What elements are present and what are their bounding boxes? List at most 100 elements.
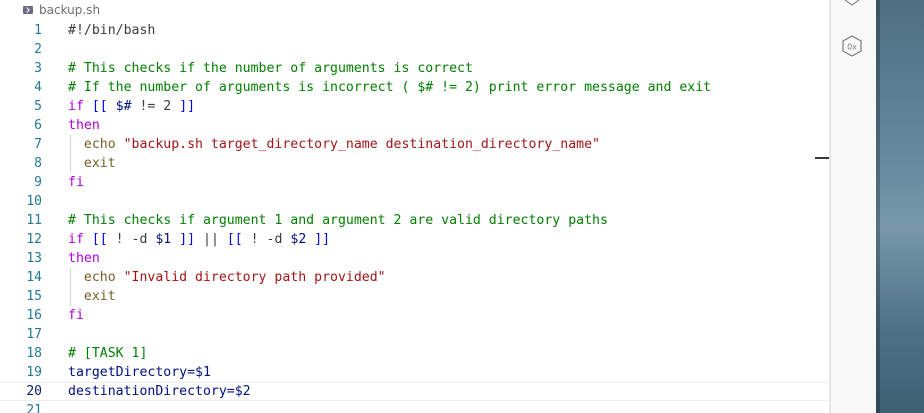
- line-number: 8: [34, 156, 42, 171]
- code-token: $2: [234, 384, 251, 399]
- line-number: 13: [26, 251, 42, 266]
- line-number: 17: [26, 327, 42, 342]
- line-number: 15: [26, 289, 42, 304]
- side-panel: 0x: [830, 0, 877, 413]
- code-token: exit: [68, 156, 116, 171]
- desktop-background: [876, 0, 924, 413]
- code-line[interactable]: 16 fi: [0, 306, 829, 325]
- code-token: $1: [195, 365, 211, 380]
- line-number: 16: [26, 308, 42, 323]
- code-line[interactable]: 8 exit: [0, 154, 829, 173]
- line-number: 11: [26, 213, 42, 228]
- code-line[interactable]: 11 # This checks if argument 1 and argume…: [0, 211, 829, 230]
- code-token: # If the number of arguments is incorrec…: [68, 80, 712, 95]
- panel-top-icon: [844, 0, 860, 6]
- code-token: ]]: [306, 232, 331, 247]
- code-token: echo: [68, 270, 124, 285]
- code-token: $2: [290, 232, 307, 247]
- code-line[interactable]: 4 # If the number of arguments is incorre…: [0, 78, 829, 97]
- code-token: ! -d: [115, 232, 156, 247]
- line-number: 9: [34, 175, 42, 190]
- code-line[interactable]: 5 if [[ $# != 2 ]]: [0, 97, 829, 116]
- code-line[interactable]: 10: [0, 192, 829, 211]
- code-text[interactable]: fi: [68, 173, 84, 192]
- code-line[interactable]: 20 destinationDirectory=$2: [0, 382, 829, 401]
- code-token: ]]: [171, 232, 204, 247]
- code-token: if: [68, 232, 84, 247]
- code-token: "Invalid directory path provided": [123, 270, 386, 285]
- code-token: $#: [115, 99, 132, 114]
- code-line[interactable]: 3 # This checks if the number of argument…: [0, 59, 829, 78]
- code-token: if: [68, 99, 84, 114]
- code-text[interactable]: # This checks if the number of arguments…: [68, 59, 473, 78]
- code-token: targetDirectory=: [68, 365, 196, 380]
- code-token: # This checks if the number of arguments…: [68, 61, 473, 76]
- code-line[interactable]: 21: [0, 401, 829, 413]
- code-token: exit: [68, 289, 116, 304]
- code-lines[interactable]: 1 #!/bin/bash 2 3 # This checks if the numbe…: [0, 21, 829, 413]
- terminal-file-icon: [23, 6, 33, 14]
- code-text[interactable]: echo "backup.sh target_directory_name de…: [68, 135, 600, 154]
- code-line[interactable]: 12 if [[ ! -d $1 ]] || [[ ! -d $2 ]]: [0, 230, 829, 249]
- code-text[interactable]: if [[ $# != 2 ]]: [68, 97, 195, 116]
- code-text[interactable]: # [TASK 1]: [68, 344, 147, 363]
- line-number: 6: [34, 118, 42, 133]
- code-token: then: [68, 251, 100, 266]
- line-number: 12: [26, 232, 42, 247]
- code-token: # This checks if argument 1 and argument…: [68, 213, 608, 228]
- hex-0x-icon[interactable]: 0x: [841, 35, 863, 57]
- code-text[interactable]: #!/bin/bash: [68, 21, 155, 40]
- code-token: then: [68, 118, 100, 133]
- code-line[interactable]: 7 echo "backup.sh target_directory_name …: [0, 135, 829, 154]
- code-line[interactable]: 18 # [TASK 1]: [0, 344, 829, 363]
- code-editor[interactable]: backup.sh 1 #!/bin/bash 2 3 # This checks if…: [0, 0, 829, 413]
- code-token: fi: [68, 308, 84, 323]
- code-token: #!/bin/bash: [68, 23, 156, 38]
- code-text[interactable]: echo "Invalid directory path provided": [68, 268, 386, 287]
- line-number: 14: [26, 270, 42, 285]
- code-text[interactable]: # This checks if argument 1 and argument…: [68, 211, 608, 230]
- code-text[interactable]: targetDirectory=$1: [68, 363, 211, 382]
- code-text[interactable]: if [[ ! -d $1 ]] || [[ ! -d $2 ]]: [68, 230, 330, 249]
- line-number: 1: [34, 23, 42, 38]
- code-text[interactable]: then: [68, 116, 100, 135]
- line-number: 10: [26, 194, 42, 209]
- code-token: ! -d: [250, 232, 291, 247]
- code-line[interactable]: 6 then: [0, 116, 829, 135]
- line-number: 20: [26, 384, 42, 399]
- code-token: "backup.sh target_directory_name destina…: [123, 137, 600, 152]
- line-number: 5: [34, 99, 42, 114]
- code-line[interactable]: 15 exit: [0, 287, 829, 306]
- code-text[interactable]: fi: [68, 306, 84, 325]
- code-token: $1: [155, 232, 172, 247]
- code-line[interactable]: 9 fi: [0, 173, 829, 192]
- code-token: # [TASK 1]: [68, 346, 148, 361]
- code-token: != 2: [131, 99, 180, 114]
- code-text[interactable]: then: [68, 249, 100, 268]
- code-text[interactable]: # If the number of arguments is incorrec…: [68, 78, 711, 97]
- code-text[interactable]: exit: [68, 287, 116, 306]
- code-text[interactable]: destinationDirectory=$2: [68, 382, 251, 401]
- code-line[interactable]: 14 echo "Invalid directory path provided…: [0, 268, 829, 287]
- code-token: fi: [68, 175, 84, 190]
- line-number: 7: [34, 137, 42, 152]
- code-line[interactable]: 1 #!/bin/bash: [0, 21, 829, 40]
- line-number: 19: [26, 365, 42, 380]
- line-number: 3: [34, 61, 42, 76]
- code-line[interactable]: 2: [0, 40, 829, 59]
- code-token: [[: [218, 232, 251, 247]
- code-token: [[: [83, 232, 116, 247]
- code-token: destinationDirectory=: [68, 384, 235, 399]
- code-line[interactable]: 13 then: [0, 249, 829, 268]
- line-number: 21: [26, 403, 42, 413]
- editor-tab[interactable]: backup.sh: [0, 0, 829, 20]
- code-text[interactable]: exit: [68, 154, 116, 173]
- hex-icon-label: 0x: [847, 43, 857, 52]
- code-line[interactable]: 19 targetDirectory=$1: [0, 363, 829, 382]
- code-token: [[: [83, 99, 116, 114]
- tab-filename: backup.sh: [39, 3, 101, 17]
- line-number: 4: [34, 80, 42, 95]
- line-number: 2: [34, 42, 42, 57]
- code-line[interactable]: 17: [0, 325, 829, 344]
- overview-ruler-cursor-mark: [815, 157, 829, 159]
